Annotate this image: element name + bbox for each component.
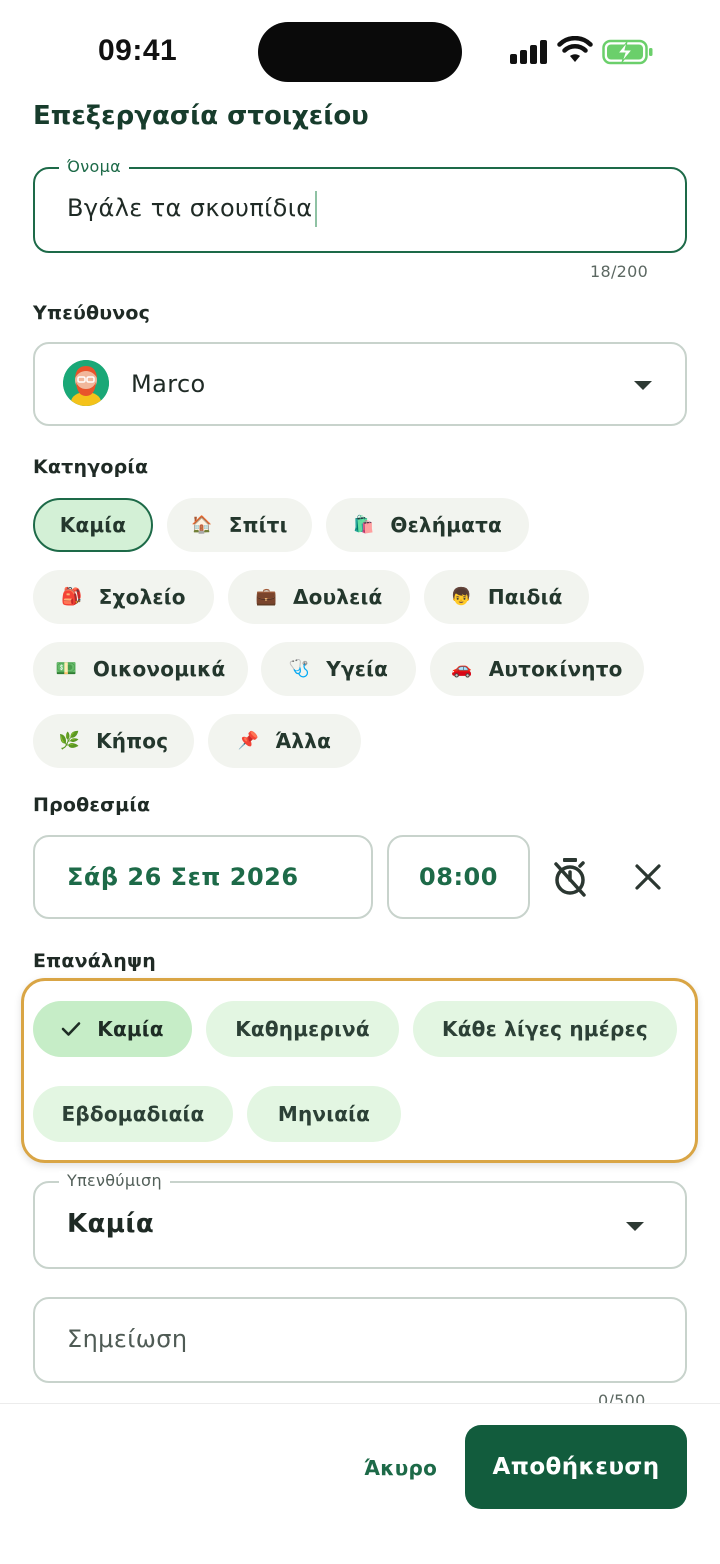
repeat-chip-every-few-days[interactable]: Κάθε λίγες ημέρες xyxy=(413,1001,677,1057)
repeat-label: Επανάληψη xyxy=(33,950,157,972)
name-value-wrap: Βγάλε τα σκουπίδια xyxy=(67,191,317,227)
date-value: Σάβ 26 Σεπ 2026 xyxy=(67,863,299,891)
name-counter: 18/200 xyxy=(590,262,649,281)
date-picker-field[interactable]: Σάβ 26 Σεπ 2026 xyxy=(33,835,373,919)
chip-label: Σπίτι xyxy=(228,513,288,537)
assignee-dropdown[interactable]: Marco xyxy=(33,342,687,426)
chip-label: Σχολείο xyxy=(98,585,186,609)
car-icon: 🚗 xyxy=(451,659,473,679)
reminder-value: Καμία xyxy=(67,1209,155,1239)
reminder-dropdown[interactable]: Υπενθύμιση Καμία xyxy=(33,1171,687,1269)
repeat-chip-monthly[interactable]: Μηνιαία xyxy=(247,1086,401,1142)
text-caret xyxy=(314,191,317,227)
category-chip-home[interactable]: 🏠 Σπίτι xyxy=(167,498,312,552)
house-icon: 🏠 xyxy=(191,515,213,535)
chip-label: Καμία xyxy=(59,513,127,537)
chip-label: Θελήματα xyxy=(390,513,502,537)
category-chip-car[interactable]: 🚗 Αυτοκίνητο xyxy=(430,642,644,696)
clear-deadline-icon[interactable] xyxy=(633,862,663,892)
category-chip-errands[interactable]: 🛍️ Θελήματα xyxy=(326,498,529,552)
save-button[interactable]: Αποθήκευση xyxy=(465,1425,687,1509)
battery-charging-icon xyxy=(602,39,653,65)
chip-label: Οικονομικά xyxy=(92,657,226,681)
category-chip-garden[interactable]: 🌿 Κήπος xyxy=(33,714,194,768)
name-label: Όνομα xyxy=(59,157,129,176)
cancel-button[interactable]: Άκυρο xyxy=(364,1456,437,1480)
status-time: 09:41 xyxy=(98,34,178,67)
assignee-label: Υπεύθυνος xyxy=(33,302,151,324)
category-chip-none[interactable]: Καμία xyxy=(33,498,153,552)
category-chip-finance[interactable]: 💵 Οικονομικά xyxy=(33,642,248,696)
check-icon xyxy=(61,1022,81,1036)
time-picker-field[interactable]: 08:00 xyxy=(387,835,530,919)
repeat-chip-label: Καθημερινά xyxy=(235,1017,370,1041)
backpack-icon: 🎒 xyxy=(61,587,83,607)
category-chip-work[interactable]: 💼 Δουλειά xyxy=(228,570,410,624)
chip-label: Δουλειά xyxy=(292,585,383,609)
wifi-icon xyxy=(557,36,593,62)
shopping-bags-icon: 🛍️ xyxy=(353,515,375,535)
herb-icon: 🌿 xyxy=(58,731,81,751)
repeat-chip-weekly[interactable]: Εβδομαδιαία xyxy=(33,1086,233,1142)
chip-label: Άλλα xyxy=(275,729,332,753)
edit-item-sheet: 09:41 Επεξεργασία στοιχείου Όνομα Βγάλε … xyxy=(0,0,720,1564)
briefcase-icon: 💼 xyxy=(255,587,277,607)
reminder-label: Υπενθύμιση xyxy=(59,1171,170,1190)
child-icon: 👦 xyxy=(450,587,472,607)
signal-icon xyxy=(510,40,548,64)
category-chip-kids[interactable]: 👦 Παιδιά xyxy=(424,570,589,624)
repeat-chip-label: Εβδομαδιαία xyxy=(61,1102,205,1126)
timer-off-icon[interactable] xyxy=(550,855,590,899)
repeat-chip-label: Κάθε λίγες ημέρες xyxy=(442,1017,648,1041)
page-title: Επεξεργασία στοιχείου xyxy=(33,101,369,131)
name-input[interactable]: Όνομα Βγάλε τα σκουπίδια xyxy=(33,157,687,253)
note-placeholder: Σημείωση xyxy=(67,1325,188,1353)
chevron-down-icon xyxy=(634,381,652,390)
repeat-chip-none[interactable]: Καμία xyxy=(33,1001,192,1057)
deadline-label: Προθεσμία xyxy=(33,794,151,816)
repeat-chip-label: Μηνιαία xyxy=(277,1102,371,1126)
chip-label: Κήπος xyxy=(96,729,169,753)
dynamic-island xyxy=(258,22,462,82)
stethoscope-icon: 🩺 xyxy=(288,659,311,679)
chip-label: Υγεία xyxy=(326,657,389,681)
action-footer: Άκυρο Αποθήκευση xyxy=(0,1403,720,1564)
name-value: Βγάλε τα σκουπίδια xyxy=(67,194,313,222)
save-button-label: Αποθήκευση xyxy=(492,1454,660,1480)
chevron-down-icon xyxy=(626,1222,644,1231)
chip-label: Παιδιά xyxy=(487,585,563,609)
category-chip-other[interactable]: 📌 Άλλα xyxy=(208,714,361,768)
pushpin-icon: 📌 xyxy=(237,731,260,751)
assignee-value: Marco xyxy=(131,370,206,398)
repeat-chip-label: Καμία xyxy=(97,1017,164,1041)
money-icon: 💵 xyxy=(55,659,77,679)
time-value: 08:00 xyxy=(419,863,498,891)
avatar xyxy=(63,360,109,406)
repeat-chip-daily[interactable]: Καθημερινά xyxy=(206,1001,399,1057)
chip-label: Αυτοκίνητο xyxy=(488,657,623,681)
note-input[interactable]: Σημείωση xyxy=(33,1297,687,1383)
category-label: Κατηγορία xyxy=(33,456,149,478)
category-chip-health[interactable]: 🩺 Υγεία xyxy=(261,642,416,696)
category-chip-school[interactable]: 🎒 Σχολείο xyxy=(33,570,214,624)
